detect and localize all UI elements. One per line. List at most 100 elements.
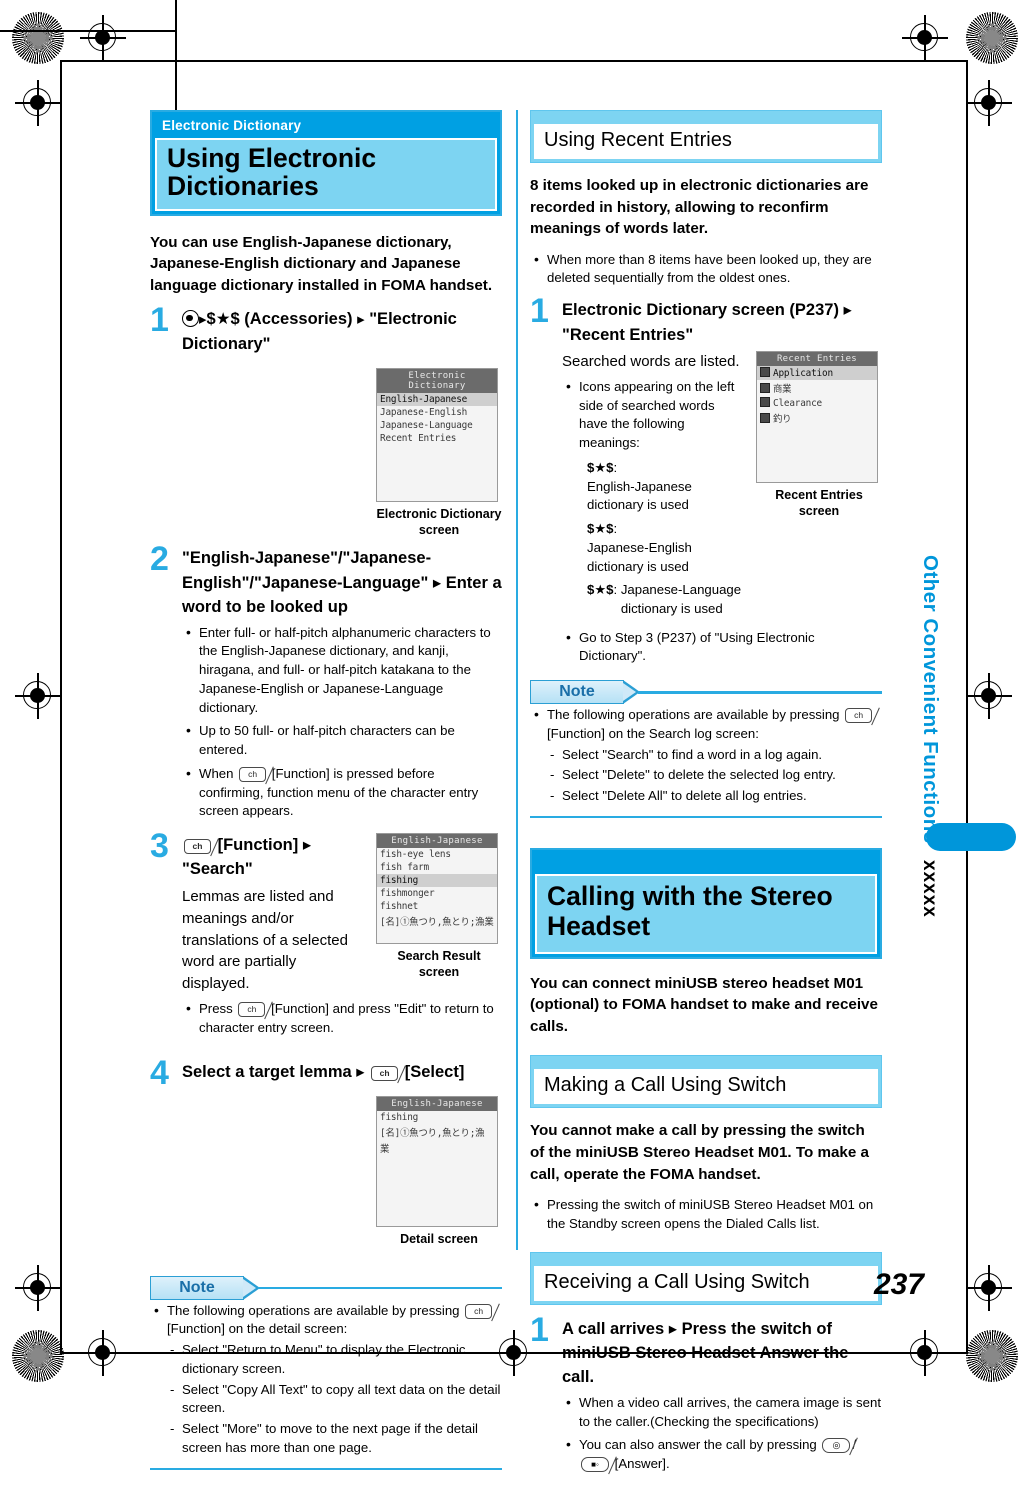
function-key-icon: ch xyxy=(184,838,219,857)
center-key-icon xyxy=(182,310,199,328)
note-box-search-log-screen: Note The following operations are availa… xyxy=(530,680,882,819)
note-bullet-item: The following operations are available b… xyxy=(530,705,882,806)
note-bullets: The following operations are available b… xyxy=(150,1301,502,1458)
section-header-making-a-call: Making a Call Using Switch xyxy=(530,1055,882,1109)
screen-caption: Search Result screen xyxy=(397,948,481,979)
note-bottom-rule xyxy=(530,815,882,819)
legend-text: Japanese-Language dictionary is used xyxy=(620,582,742,616)
note-sub-items: Select "Return to Menu" to display the E… xyxy=(167,1341,502,1457)
note-sub-item: Select "Delete All" to delete all log en… xyxy=(547,787,882,806)
bullet-item: When a video call arrives, the camera im… xyxy=(562,1393,882,1431)
section-header-text: Receiving a Call Using Switch xyxy=(534,1265,878,1301)
screen-row: [名]①魚つり,魚とり;漁業 xyxy=(380,916,494,928)
screen-rows: fishing [名]①魚つり,魚とり;漁 業 xyxy=(377,1111,497,1227)
section-header-text: Making a Call Using Switch xyxy=(534,1069,878,1105)
section-header-text: Using Recent Entries xyxy=(534,124,878,159)
screen-row: [名]①魚つり,魚とり;漁 xyxy=(380,1128,485,1140)
manual-page: Electronic Dictionary Using Electronic D… xyxy=(0,0,1028,1475)
recent-step-1-number: 1 xyxy=(530,292,549,331)
side-tab-label: Other Convenient Functions xyxy=(919,555,942,844)
recent-step-1-title: Electronic Dictionary screen (P237) ▸ "R… xyxy=(562,301,852,344)
note-label: Note xyxy=(179,1278,215,1296)
receiving-step-1: 1 A call arrives ▸ Press the switch of m… xyxy=(530,1313,882,1475)
screen-titlebar: Electronic Dictionary xyxy=(377,369,497,394)
headset-lead: You can connect miniUSB stereo headset M… xyxy=(530,974,878,1035)
bullet-item: When more than 8 items have been looked … xyxy=(530,250,882,288)
videocall-key-icon: ■◦ xyxy=(581,1456,617,1475)
step-2-bullets: Enter full- or half-pitch alphanumeric c… xyxy=(182,623,502,821)
bullet-text-pre: Press xyxy=(199,1001,233,1017)
bullet-item: Go to Step 3 (P237) of "Using Electronic… xyxy=(562,628,882,666)
screen-row: fishing xyxy=(380,1112,419,1124)
step-3-bullets: Press ch [Function] and press "Edit" to … xyxy=(182,999,502,1037)
receiving-step-1-number: 1 xyxy=(530,1310,549,1349)
bullet-item-with-key: Press ch [Function] and press "Edit" to … xyxy=(182,999,502,1037)
step-4: 4 Select a target lemma ▸ ch [Select] xyxy=(150,1056,502,1090)
screen-row: Recent Entries xyxy=(380,433,457,445)
note-text-pre: The following operations are available b… xyxy=(547,707,840,723)
note-sub-item: Select "Search" to find a word in a log … xyxy=(547,746,882,765)
legend-row: $★$: Japanese-English dictionary is used xyxy=(579,520,882,576)
chapter-kicker: Electronic Dictionary xyxy=(162,118,302,133)
detail-screen-figure: English-Japanese fishing [名]①魚つり,魚とり;漁 業… xyxy=(376,1096,502,1248)
section-title-calling-stereo-headset: Calling with the Stereo Headset xyxy=(530,848,882,959)
headset-main-title: Calling with the Stereo Headset xyxy=(535,874,877,954)
left-column: Electronic Dictionary Using Electronic D… xyxy=(150,110,502,1471)
screen-rows: fish-eye lens fish farm fishing fishmong… xyxy=(377,847,497,943)
side-tab-placeholder: xxxxx xyxy=(919,860,940,918)
note-sub-item: Select "More" to move to the next page i… xyxy=(167,1420,502,1457)
step-1: 1 ▸$★$ (Accessories) ▸ "Electronic Dicti… xyxy=(150,303,502,356)
recent-step-1-bullets: Icons appearing on the left side of sear… xyxy=(562,377,882,619)
bullet-item-with-key: When ch [Function] is pressed before con… xyxy=(182,764,502,821)
legend-glyph: $★$ xyxy=(587,521,614,537)
bullet-item: Up to 50 full- or half-pitch characters … xyxy=(182,721,502,759)
function-key-icon: ch xyxy=(371,1065,406,1084)
call-key-icon: ◎ xyxy=(822,1437,859,1456)
screen-row: English-Japanese xyxy=(377,393,497,407)
screen-row: fishmonger xyxy=(380,887,435,899)
function-key-icon: ch xyxy=(845,707,880,726)
legend-row: $★$: Japanese-Language dictionary is use… xyxy=(579,581,882,618)
note-tag: Note xyxy=(530,680,624,705)
phone-screen-detail: English-Japanese fishing [名]①魚つり,魚とり;漁 業 xyxy=(376,1096,498,1228)
note-header: Note xyxy=(150,1275,502,1302)
step-2-title: "English-Japanese"/"Japanese-English"/"J… xyxy=(182,549,502,617)
dictionary-type-icon xyxy=(760,367,770,378)
right-column: Using Recent Entries 8 items looked up i… xyxy=(530,110,882,1486)
bullet-item: Icons appearing on the left side of sear… xyxy=(562,377,882,619)
side-tab-pill xyxy=(926,823,1016,851)
bullet-text-pre: You can also answer the call by pressing xyxy=(579,1437,817,1453)
note-tag: Note xyxy=(150,1275,244,1300)
section-header-receiving-a-call: Receiving a Call Using Switch xyxy=(530,1251,882,1305)
making-call-lead: You cannot make a call by pressing the s… xyxy=(530,1122,869,1183)
step-1-title-a: (Accessories) xyxy=(244,310,353,329)
note-text-pre: The following operations are available b… xyxy=(167,1302,460,1318)
chapter-title-block: Electronic Dictionary Using Electronic D… xyxy=(150,110,502,216)
screen-row: Japanese-Language xyxy=(380,420,473,432)
note-bullet-item: The following operations are available b… xyxy=(150,1301,502,1458)
recent-entries-lead: 8 items looked up in electronic dictiona… xyxy=(530,177,869,238)
chapter-main-title: Using Electronic Dictionaries xyxy=(155,138,497,211)
step-1-key-sequence: $★$ xyxy=(206,310,240,329)
screen-caption: Electronic Dictionary screen xyxy=(376,507,502,537)
phone-screen-electronic-dictionary: Electronic Dictionary English-Japanese J… xyxy=(376,368,498,503)
making-call-bullets: Pressing the switch of miniUSB Stereo He… xyxy=(530,1195,882,1233)
note-label: Note xyxy=(559,683,595,701)
page-number: 237 xyxy=(873,1268,924,1301)
screen-rows: English-Japanese Japanese-English Japane… xyxy=(377,393,497,502)
dictionary-icon-legend: $★$: English-Japanese dictionary is used… xyxy=(579,459,882,619)
legend-text: English-Japanese dictionary is used xyxy=(587,478,692,513)
step-3-number: 3 xyxy=(150,826,169,865)
bullet-item: Pressing the switch of miniUSB Stereo He… xyxy=(530,1195,882,1233)
legend-glyph: $★$ xyxy=(587,582,614,598)
screen-titlebar: English-Japanese xyxy=(377,833,497,848)
note-rule xyxy=(258,1286,502,1290)
column-divider xyxy=(516,110,518,1250)
step-4-title: Select a target lemma ▸ ch [Select] xyxy=(182,1060,502,1084)
note-sub-item: Select "Copy All Text" to copy all text … xyxy=(167,1381,502,1418)
note-sub-item: Select "Return to Menu" to display the E… xyxy=(167,1341,502,1378)
step-3: 3 English-Japanese fish-eye lens fish fa… xyxy=(150,829,502,1048)
function-key-icon: ch xyxy=(238,1001,274,1020)
icon-intro-text: Icons appearing on the left side of sear… xyxy=(579,378,735,451)
bullet-item: Enter full- or half-pitch alphanumeric c… xyxy=(182,623,502,718)
